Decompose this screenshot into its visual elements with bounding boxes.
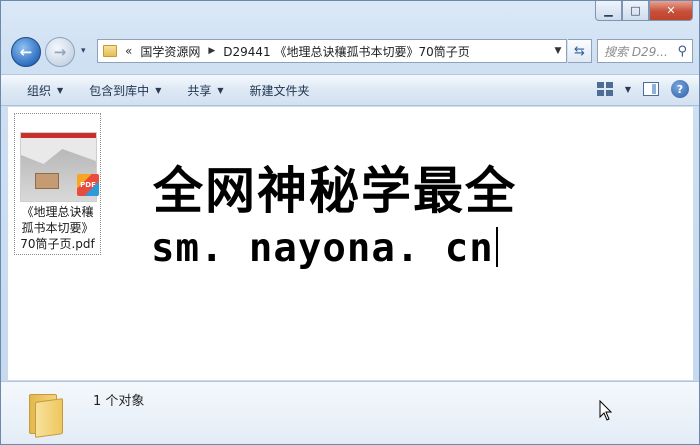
minimize-button[interactable]: ▁ — [595, 1, 622, 21]
file-list-area[interactable]: PDF 《地理总诀穰 孤书本切要》 70筒子页.pdf 全网神秘学最全 sm. … — [8, 107, 693, 380]
search-input[interactable]: 搜索 D29... ⚲ — [597, 39, 693, 63]
include-in-library-label: 包含到库中 — [89, 83, 150, 98]
arrow-left-icon: ← — [19, 43, 33, 61]
folder-icon — [103, 45, 117, 57]
text-caret — [495, 227, 498, 267]
include-in-library-menu[interactable]: 包含到库中 ▼ — [89, 82, 161, 99]
recent-pages-dropdown[interactable]: ▾ — [81, 46, 86, 56]
preview-pane-icon[interactable] — [643, 82, 659, 96]
new-folder-button[interactable]: 新建文件夹 — [250, 82, 310, 99]
chevron-down-icon: ▼ — [155, 85, 162, 95]
arrow-right-icon: → — [53, 43, 67, 61]
breadcrumb-item[interactable]: 国学资源网 — [140, 43, 200, 60]
address-dropdown-icon[interactable]: ▼ — [550, 46, 566, 56]
back-button[interactable]: ← — [11, 37, 41, 67]
watermark-title: 全网神秘学最全 — [153, 162, 517, 220]
explorer-window: ▁ □ ✕ ← → ▾ « 国学资源网 ▶ D29441 《地理总诀穰孤书本切要… — [0, 0, 700, 445]
search-placeholder: 搜索 D29... — [604, 44, 668, 59]
command-bar: 组织 ▼ 包含到库中 ▼ 共享 ▼ 新建文件夹 ▼ ? — [1, 74, 699, 106]
close-button[interactable]: ✕ — [649, 1, 693, 21]
chevron-down-icon: ▼ — [217, 85, 224, 95]
change-view-icon[interactable] — [596, 82, 613, 96]
search-icon[interactable]: ⚲ — [677, 44, 687, 59]
address-bar[interactable]: « 国学资源网 ▶ D29441 《地理总诀穰孤书本切要》70筒子页 ▼ — [97, 39, 567, 63]
view-controls: ▼ ? — [596, 80, 689, 98]
chevron-down-icon: ▼ — [57, 85, 64, 95]
help-icon[interactable]: ? — [671, 80, 689, 98]
details-pane: 1 个对象 — [1, 381, 699, 444]
share-menu[interactable]: 共享 ▼ — [187, 82, 223, 99]
organize-menu[interactable]: 组织 ▼ — [27, 82, 63, 99]
view-options-dropdown-icon[interactable]: ▼ — [625, 85, 631, 94]
pdf-icon: PDF — [77, 174, 99, 196]
caption-buttons: ▁ □ ✕ — [595, 1, 693, 21]
mouse-pointer-icon — [599, 400, 613, 421]
folder-icon — [25, 390, 65, 438]
organize-label: 组织 — [27, 83, 52, 98]
refresh-icon: ⇆ — [574, 43, 585, 59]
forward-button[interactable]: → — [45, 37, 75, 67]
new-folder-label: 新建文件夹 — [249, 83, 310, 98]
maximize-button[interactable]: □ — [622, 1, 649, 21]
breadcrumb-item-current[interactable]: D29441 《地理总诀穰孤书本切要》70筒子页 — [223, 43, 470, 60]
chevron-right-icon[interactable]: ▶ — [208, 46, 215, 56]
watermark-overlay: 全网神秘学最全 sm. nayona. cn — [149, 159, 554, 284]
refresh-button[interactable]: ⇆ — [568, 39, 592, 63]
watermark-url: sm. nayona. cn — [151, 223, 498, 275]
navigation-bar: ← → ▾ « 国学资源网 ▶ D29441 《地理总诀穰孤书本切要》70筒子页… — [9, 35, 693, 67]
item-count: 1 个对象 — [93, 394, 145, 409]
file-name: 《地理总诀穰 孤书本切要》 70筒子页.pdf — [20, 205, 95, 251]
share-label: 共享 — [187, 83, 212, 98]
breadcrumb-overflow[interactable]: « — [125, 44, 132, 58]
file-item[interactable]: PDF 《地理总诀穰 孤书本切要》 70筒子页.pdf — [14, 113, 101, 255]
